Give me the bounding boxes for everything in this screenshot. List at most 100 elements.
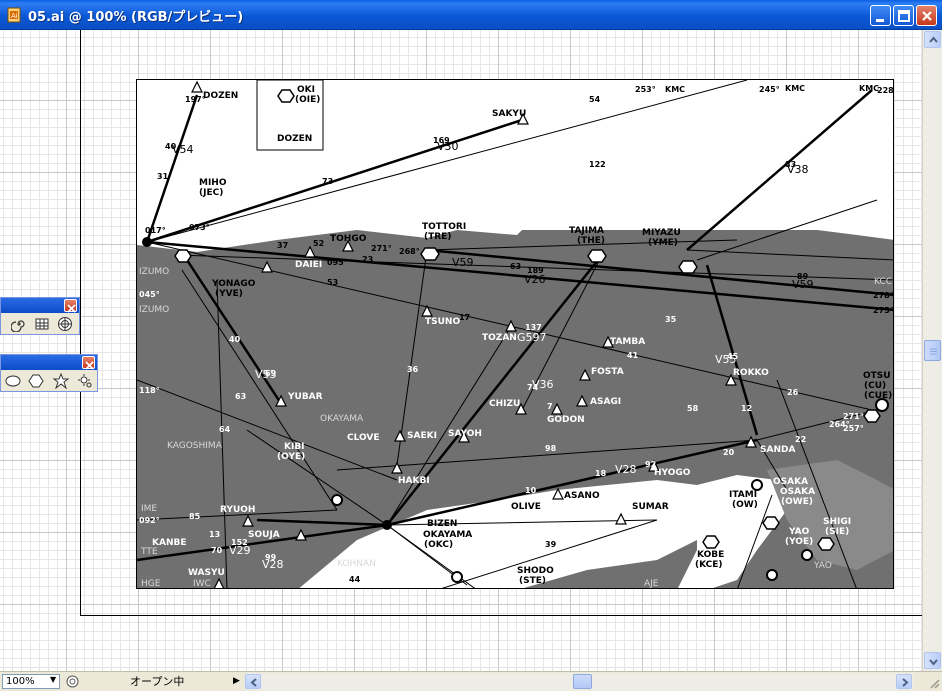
label-kobe-2: KOBE <box>697 550 725 560</box>
ellipse-icon[interactable] <box>5 373 21 389</box>
airway-v59-b: V59 <box>792 278 814 291</box>
airport-symbol <box>142 237 152 247</box>
label-tozan: TOZAN <box>482 333 517 343</box>
distance-52: 52 <box>313 239 325 248</box>
distance-137: 137 <box>525 323 542 332</box>
airport-symbol <box>331 494 343 506</box>
distance-74: 74 <box>527 383 539 392</box>
bearing-073: 073° <box>189 223 210 232</box>
distance-36: 36 <box>407 365 419 374</box>
label-otsu-code-2: (CUE) <box>864 391 893 401</box>
label-dozen: DOZEN <box>203 91 239 101</box>
polar-grid-icon[interactable] <box>57 316 73 332</box>
artboard-canvas[interactable]: DOZEN OKI (OIE) DOZEN SAKYU MIHO (JEC) T… <box>0 30 922 671</box>
distance-83: 83 <box>785 160 797 169</box>
label-iwc: IWC <box>193 579 211 589</box>
label-tottori-code: (TRE) <box>424 232 452 242</box>
label-fosta: FOSTA <box>591 367 624 377</box>
chevron-left-icon <box>250 678 257 687</box>
bearing-253: 253° <box>635 85 656 94</box>
label-oki-code: (OIE) <box>295 95 321 105</box>
bearing-257: 257° <box>843 424 864 433</box>
label-yonago: YONAGO <box>212 279 256 289</box>
scroll-right-button[interactable] <box>896 674 912 689</box>
label-shodo: SHODO <box>517 566 554 576</box>
vertical-scrollbar[interactable] <box>922 30 942 671</box>
label-hyogo: HYOGO <box>654 468 691 478</box>
shape-tool-palette[interactable] <box>0 354 98 392</box>
distance-39: 39 <box>545 540 557 549</box>
label-sakyu: SAKYU <box>492 109 527 119</box>
palette-close-button[interactable] <box>82 356 95 370</box>
label-shigi-code: (SIE) <box>825 527 850 537</box>
scroll-up-button[interactable] <box>924 31 941 48</box>
horizontal-scrollbar[interactable] <box>245 673 913 690</box>
distance-35: 35 <box>665 315 677 324</box>
label-kobe-1: KOBE <box>705 521 733 531</box>
vortac-hexagon <box>587 249 607 263</box>
resize-grip-icon[interactable] <box>928 677 940 689</box>
label-okayama-code: (OKC) <box>424 540 454 550</box>
label-itami: ITAMI <box>729 490 758 500</box>
flare-icon[interactable] <box>77 373 93 389</box>
close-icon <box>922 11 932 21</box>
distance-89: 89 <box>797 272 809 281</box>
label-tajima-code: (THE) <box>577 236 606 246</box>
horizontal-scroll-thumb[interactable] <box>573 674 592 689</box>
vortac-hexagon <box>702 535 720 549</box>
graph-tool-palette[interactable] <box>0 297 80 335</box>
label-kibi-code: (OYE) <box>277 452 306 462</box>
palette-title-bar[interactable] <box>1 298 79 313</box>
label-miyazu: MIYAZU <box>642 228 681 238</box>
status-menu-icon[interactable] <box>66 675 79 688</box>
label-izumo-2: IZUMO <box>139 267 170 277</box>
airway-chart-artwork[interactable]: DOZEN OKI (OIE) DOZEN SAKYU MIHO (JEC) T… <box>136 79 894 589</box>
label-ime: IME <box>141 504 158 514</box>
label-tte: TTE <box>141 547 158 557</box>
distance-26: 26 <box>787 388 799 397</box>
label-shodo-code: (STE) <box>519 576 546 586</box>
chevron-down-icon[interactable]: ▼ <box>50 675 56 684</box>
airport-symbol <box>751 479 763 491</box>
distance-92: 92 <box>645 460 657 469</box>
maximize-button[interactable] <box>893 5 914 26</box>
svg-text:Ai: Ai <box>11 12 18 20</box>
label-tajima: TAJIMA <box>569 226 605 236</box>
label-ryuoh: RYUOH <box>220 505 256 515</box>
label-miho-code: (JEC) <box>199 188 224 198</box>
airport-symbol <box>382 520 392 530</box>
star-icon[interactable] <box>53 373 69 389</box>
distance-58: 58 <box>687 404 699 413</box>
palette-title-bar[interactable] <box>1 355 97 370</box>
spiral-icon[interactable] <box>11 316 27 332</box>
distance-63: 63 <box>510 262 522 271</box>
polygon-icon[interactable] <box>28 373 44 389</box>
label-kohnan: KOHNAN <box>337 559 376 569</box>
distance-7: 7 <box>547 402 553 411</box>
minimize-button[interactable] <box>870 5 891 26</box>
scroll-down-button[interactable] <box>924 652 941 669</box>
label-miho: MIHO <box>199 178 227 188</box>
bearing-268: 268° <box>399 247 420 256</box>
label-tamba: TAMBA <box>610 337 646 347</box>
label-sayoh: SAYOH <box>448 429 482 439</box>
close-button[interactable] <box>916 5 937 26</box>
window-title: 05.ai @ 100% (RGB/プレビュー) <box>28 10 244 25</box>
distance-40: 40 <box>165 142 177 151</box>
chevron-right-icon <box>902 678 909 687</box>
palette-close-button[interactable] <box>64 299 77 313</box>
title-bar[interactable]: Ai 05.ai @ 100% (RGB/プレビュー) <box>0 0 942 30</box>
scroll-left-button[interactable] <box>245 674 261 689</box>
label-osaka-1: OSAKA <box>773 477 809 487</box>
vertical-scroll-thumb[interactable] <box>924 340 941 361</box>
label-otsu-code-1: (CU) <box>864 381 887 391</box>
distance-189: 189 <box>527 266 544 275</box>
grid-icon[interactable] <box>34 316 50 332</box>
vortac-hexagon <box>420 247 440 261</box>
label-tsuno: TSUNO <box>425 317 461 327</box>
distance-99: 99 <box>265 553 277 562</box>
distance-31: 31 <box>157 172 169 181</box>
status-menu-arrow-icon[interactable]: ▶ <box>233 676 240 686</box>
label-sanda: SANDA <box>760 445 796 455</box>
distance-17: 17 <box>459 313 471 322</box>
